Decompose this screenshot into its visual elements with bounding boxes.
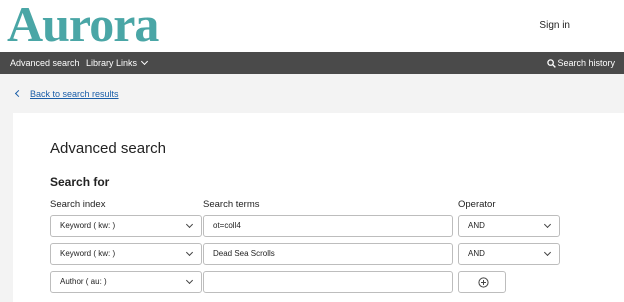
- advanced-search-panel: Advanced search Search for Search index …: [13, 113, 624, 302]
- nav-advanced-search[interactable]: Advanced search: [10, 58, 80, 68]
- add-row-button[interactable]: [458, 271, 506, 293]
- operator-header: Operator: [458, 199, 496, 210]
- search-index-select-3[interactable]: Author ( au: ): [50, 271, 202, 293]
- operator-select-1[interactable]: AND: [458, 215, 560, 237]
- search-terms-input-1[interactable]: ot=coll4: [203, 215, 453, 237]
- back-row: Back to search results: [14, 89, 119, 99]
- plus-circle-icon: [478, 277, 489, 288]
- operator-value: AND: [468, 221, 485, 230]
- chevron-down-icon: [185, 220, 194, 229]
- nav-library-links-label: Library Links: [86, 58, 138, 68]
- page-title: Advanced search: [50, 140, 166, 157]
- search-terms-input-3[interactable]: [203, 271, 453, 293]
- nav-search-history[interactable]: Search history: [547, 58, 615, 68]
- chevron-down-icon: [185, 248, 194, 257]
- search-index-select-2[interactable]: Keyword ( kw: ): [50, 243, 202, 265]
- search-terms-header: Search terms: [203, 199, 260, 210]
- operator-value: AND: [468, 249, 485, 258]
- sign-in-link[interactable]: Sign in: [539, 20, 570, 31]
- nav-library-links[interactable]: Library Links: [86, 57, 149, 68]
- site-header: Aurora Sign in: [0, 0, 624, 52]
- back-to-results-link[interactable]: Back to search results: [30, 89, 119, 99]
- chevron-left-icon: [14, 89, 23, 98]
- search-index-value: Author ( au: ): [60, 277, 107, 286]
- search-terms-input-2[interactable]: Dead Sea Scrolls: [203, 243, 453, 265]
- nav-search-history-label: Search history: [557, 58, 615, 68]
- search-index-value: Keyword ( kw: ): [60, 221, 116, 230]
- search-index-select-1[interactable]: Keyword ( kw: ): [50, 215, 202, 237]
- chevron-down-icon: [543, 248, 552, 257]
- chevron-down-icon: [140, 57, 149, 66]
- aurora-logo[interactable]: Aurora: [7, 0, 159, 52]
- search-for-heading: Search for: [50, 175, 110, 189]
- search-index-header: Search index: [50, 199, 106, 210]
- nav-bar: Advanced search Library Links Search his…: [0, 52, 624, 74]
- chevron-down-icon: [543, 220, 552, 229]
- search-index-value: Keyword ( kw: ): [60, 249, 116, 258]
- operator-select-2[interactable]: AND: [458, 243, 560, 265]
- chevron-down-icon: [185, 276, 194, 285]
- search-icon: [547, 59, 557, 68]
